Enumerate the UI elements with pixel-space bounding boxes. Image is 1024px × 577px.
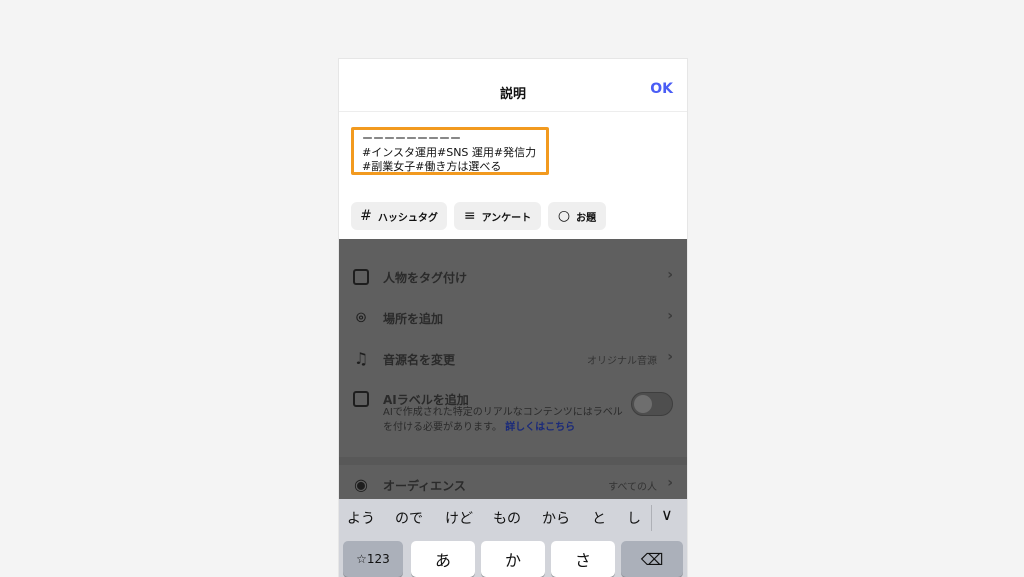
audience-label: オーディエンス bbox=[383, 479, 466, 493]
person-tag-icon bbox=[351, 267, 371, 287]
audience-row[interactable]: ◉ オーディエンス すべての人 › bbox=[339, 469, 687, 501]
ai-label-toggle[interactable] bbox=[631, 392, 673, 416]
hashtag-chip-label: ハッシュタグ bbox=[377, 212, 438, 224]
location-pin-icon: ⌾ bbox=[356, 308, 366, 327]
key-ka[interactable]: か bbox=[481, 541, 545, 577]
rename-audio-row[interactable]: ♫ 音源名を変更 オリジナル音源 › bbox=[339, 343, 687, 375]
prompt-chip-label: お題 bbox=[576, 212, 597, 224]
hashtag-chip[interactable]: # ハッシュタグ bbox=[351, 202, 447, 230]
ai-sparkle-icon bbox=[351, 389, 371, 409]
rename-audio-label: 音源名を変更 bbox=[383, 353, 456, 367]
suggestion[interactable]: から bbox=[542, 508, 570, 528]
key-sa[interactable]: さ bbox=[551, 541, 615, 577]
page-title: 説明 bbox=[499, 87, 526, 102]
phone-screen: 説明 OK ーーーーーーーーー #インスタ運用#SNS 運用#発信力 #副業女子… bbox=[338, 58, 688, 577]
chevron-right-icon: › bbox=[667, 308, 673, 324]
chevron-right-icon: › bbox=[667, 349, 673, 365]
audience-value: すべての人 bbox=[608, 482, 657, 493]
suggestion[interactable]: もの bbox=[493, 508, 521, 528]
numbers-key[interactable]: ☆123 bbox=[343, 541, 403, 577]
ai-desc-text: AIで作成された特定のリアルなコンテンツにはラベルを付ける必要があります。 bbox=[383, 407, 623, 433]
header-bar: 説明 OK bbox=[339, 59, 687, 112]
suggestion-divider bbox=[651, 505, 652, 531]
poll-chip-label: アンケート bbox=[481, 212, 532, 224]
chevron-right-icon: › bbox=[667, 475, 673, 491]
section-divider bbox=[339, 457, 687, 465]
tag-people-label: 人物をタグ付け bbox=[383, 271, 468, 285]
suggestion[interactable]: けど bbox=[445, 508, 473, 528]
caption-line: #副業女子#働き方は選べる bbox=[362, 160, 502, 173]
suggestion[interactable]: よう bbox=[347, 508, 375, 528]
caption-line: #インスタ運用#SNS 運用#発信力 bbox=[362, 146, 537, 159]
caption-line: ーーーーーーーーー bbox=[362, 132, 461, 145]
eye-icon: ◉ bbox=[354, 475, 368, 494]
chevron-right-icon: › bbox=[667, 267, 673, 283]
add-location-label: 場所を追加 bbox=[383, 312, 444, 326]
ai-label-description: AIで作成された特定のリアルなコンテンツにはラベルを付ける必要があります。 詳し… bbox=[383, 405, 623, 435]
ok-button[interactable]: OK bbox=[650, 81, 673, 97]
add-location-row[interactable]: ⌾ 場所を追加 › bbox=[339, 302, 687, 334]
rename-audio-value: オリジナル音源 bbox=[587, 356, 657, 367]
speech-bubble-icon: ○ bbox=[557, 208, 571, 224]
chevron-down-icon[interactable]: ∨ bbox=[661, 505, 673, 524]
delete-key[interactable]: ⌫ bbox=[621, 541, 683, 577]
hashtag-icon: # bbox=[360, 208, 372, 224]
learn-more-link[interactable]: 詳しくはこちら bbox=[505, 422, 575, 433]
suggestion[interactable]: し bbox=[627, 508, 641, 528]
tag-people-row[interactable]: 人物をタグ付け › bbox=[339, 261, 687, 293]
keyboard: よう ので けど もの から と し ∨ ☆123 あ か さ ⌫ bbox=[339, 499, 687, 577]
prompt-chip[interactable]: ○ お題 bbox=[548, 202, 606, 230]
suggestion[interactable]: と bbox=[592, 508, 606, 528]
poll-chip[interactable]: ≡ アンケート bbox=[454, 202, 541, 230]
suggestion[interactable]: ので bbox=[395, 508, 423, 528]
suggestion-bar: よう ので けど もの から と し ∨ bbox=[339, 499, 687, 535]
key-a[interactable]: あ bbox=[411, 541, 475, 577]
caption-text-field[interactable]: ーーーーーーーーー #インスタ運用#SNS 運用#発信力 #副業女子#働き方は選… bbox=[351, 127, 549, 175]
music-note-icon: ♫ bbox=[353, 349, 369, 368]
list-icon: ≡ bbox=[463, 208, 476, 224]
